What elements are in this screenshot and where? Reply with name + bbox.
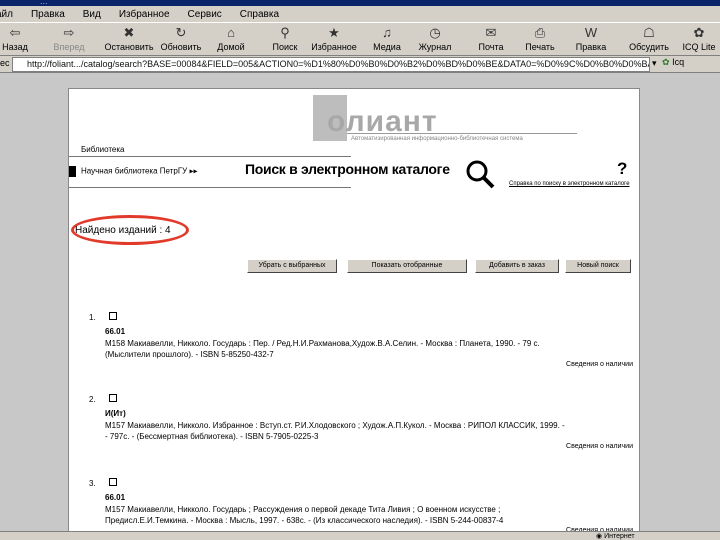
favorites-icon: ★ — [328, 25, 340, 40]
menu-edit[interactable]: Правка — [31, 9, 65, 20]
toolbar: ⇦ Назад ⇨ Вперед ✖ Остановить ↻ Обновить ⌂ До… — [0, 22, 720, 56]
logo-tagline: Автоматизированная информационно-библиот… — [351, 136, 523, 142]
forward-arrow-icon: ⇨ — [63, 25, 75, 40]
discuss-icon: ☖ — [643, 25, 655, 40]
favorites-button[interactable]: ★ Избранное — [305, 25, 363, 55]
mail-icon: ✉ — [485, 25, 497, 40]
history-button[interactable]: ◷ Журнал — [406, 25, 464, 55]
help-icon[interactable]: ? — [617, 159, 627, 179]
go-arrow-icon[interactable]: ▾ — [652, 58, 662, 69]
record-series: Предисл.Е.И.Темкина. - Москва : Мысль, 1… — [105, 516, 504, 525]
menu-file[interactable]: айл — [0, 9, 13, 20]
icq-icon: ✿ — [693, 25, 705, 40]
record-code: 66.01 — [105, 493, 126, 502]
record-description: М158 Макиавелли, Никколо. Государь : Пер… — [105, 339, 540, 348]
forward-button[interactable]: ⇨ Вперед — [40, 25, 98, 55]
bullet-icon — [69, 166, 76, 177]
menu-favorites[interactable]: Избранное — [119, 9, 170, 20]
home-icon: ⌂ — [227, 25, 235, 40]
back-button[interactable]: ⇦ Назад — [0, 25, 44, 55]
record-description: М157 Макиавелли, Никколо. Государь ; Рас… — [105, 505, 501, 514]
menu-tools[interactable]: Сервис — [188, 9, 222, 20]
record-series: - 797с. - (Бессмертная библиотека). - IS… — [105, 432, 319, 441]
record-checkbox[interactable] — [109, 312, 117, 320]
record-checkbox[interactable] — [109, 478, 117, 486]
record-code: И(Ит) — [105, 409, 126, 418]
stop-icon: ✖ — [123, 25, 135, 40]
icq-link[interactable]: ✿ Icq — [662, 57, 684, 68]
show-selected-button[interactable]: Показать отобранные — [347, 259, 467, 273]
web-page: олиант Автоматизированная информационно-… — [68, 88, 640, 540]
record-number: 1. — [89, 313, 96, 322]
stop-button[interactable]: ✖ Остановить — [100, 25, 158, 55]
menu-view[interactable]: Вид — [83, 9, 101, 20]
record-number: 2. — [89, 395, 96, 404]
history-icon: ◷ — [429, 25, 441, 40]
print-icon: ⎙ — [534, 25, 546, 40]
menu-help[interactable]: Справка — [240, 9, 279, 20]
refresh-icon: ↻ — [175, 25, 187, 40]
back-arrow-icon: ⇦ — [9, 25, 21, 40]
address-input[interactable]: http://foliant.../catalog/search?BASE=00… — [12, 57, 650, 72]
address-label: ес — [0, 58, 10, 68]
record-description: М157 Макиавелли, Никколо. Избранное : Вс… — [105, 421, 565, 430]
home-button[interactable]: ⌂ Домой — [202, 25, 260, 55]
magnifier-icon — [466, 160, 495, 189]
address-bar: ес http://foliant.../catalog/search?BASE… — [0, 56, 720, 73]
results-count: Найдено изданий : 4 — [75, 225, 171, 236]
record-checkbox[interactable] — [109, 394, 117, 402]
print-button[interactable]: ⎙ Печать — [511, 25, 569, 55]
remove-selected-button[interactable]: Убрать с выбранных — [247, 259, 337, 273]
edit-icon: W — [584, 25, 598, 40]
section-label: Библиотека — [81, 145, 125, 154]
library-link[interactable]: Научная библиотека ПетрГУ ▸▸ — [69, 166, 198, 177]
record-series: (Мыслители прошлого). - ISBN 5-85250-432… — [105, 350, 274, 359]
add-to-order-button[interactable]: Добавить в заказ — [475, 259, 559, 273]
foliant-logo: олиант Автоматизированная информационно-… — [313, 95, 577, 147]
divider-top — [69, 156, 351, 157]
edit-button[interactable]: W Правка — [562, 25, 620, 55]
page-title: Поиск в электронном каталоге — [245, 161, 450, 177]
search-icon: ⚲ — [280, 25, 290, 40]
record-code: 66.01 — [105, 327, 126, 336]
security-zone: ◉ Интернет — [596, 533, 635, 540]
search-help-link[interactable]: Справка по поиску в электронном каталоге — [509, 181, 630, 187]
icq-flower-icon: ✿ — [662, 57, 670, 67]
new-search-button[interactable]: Новый поиск — [565, 259, 631, 273]
divider-bottom — [69, 187, 351, 188]
status-bar: ◉ Интернет — [0, 531, 720, 540]
icq-lite-button[interactable]: ✿ ICQ Lite — [670, 25, 720, 55]
logo-divider — [347, 133, 577, 134]
record-number: 3. — [89, 479, 96, 488]
menu-bar: айл Правка Вид Избранное Сервис Справка — [0, 6, 720, 22]
availability-link[interactable]: Сведения о наличии — [566, 443, 633, 450]
availability-link[interactable]: Сведения о наличии — [566, 361, 633, 368]
media-icon: ♫ — [382, 25, 392, 40]
